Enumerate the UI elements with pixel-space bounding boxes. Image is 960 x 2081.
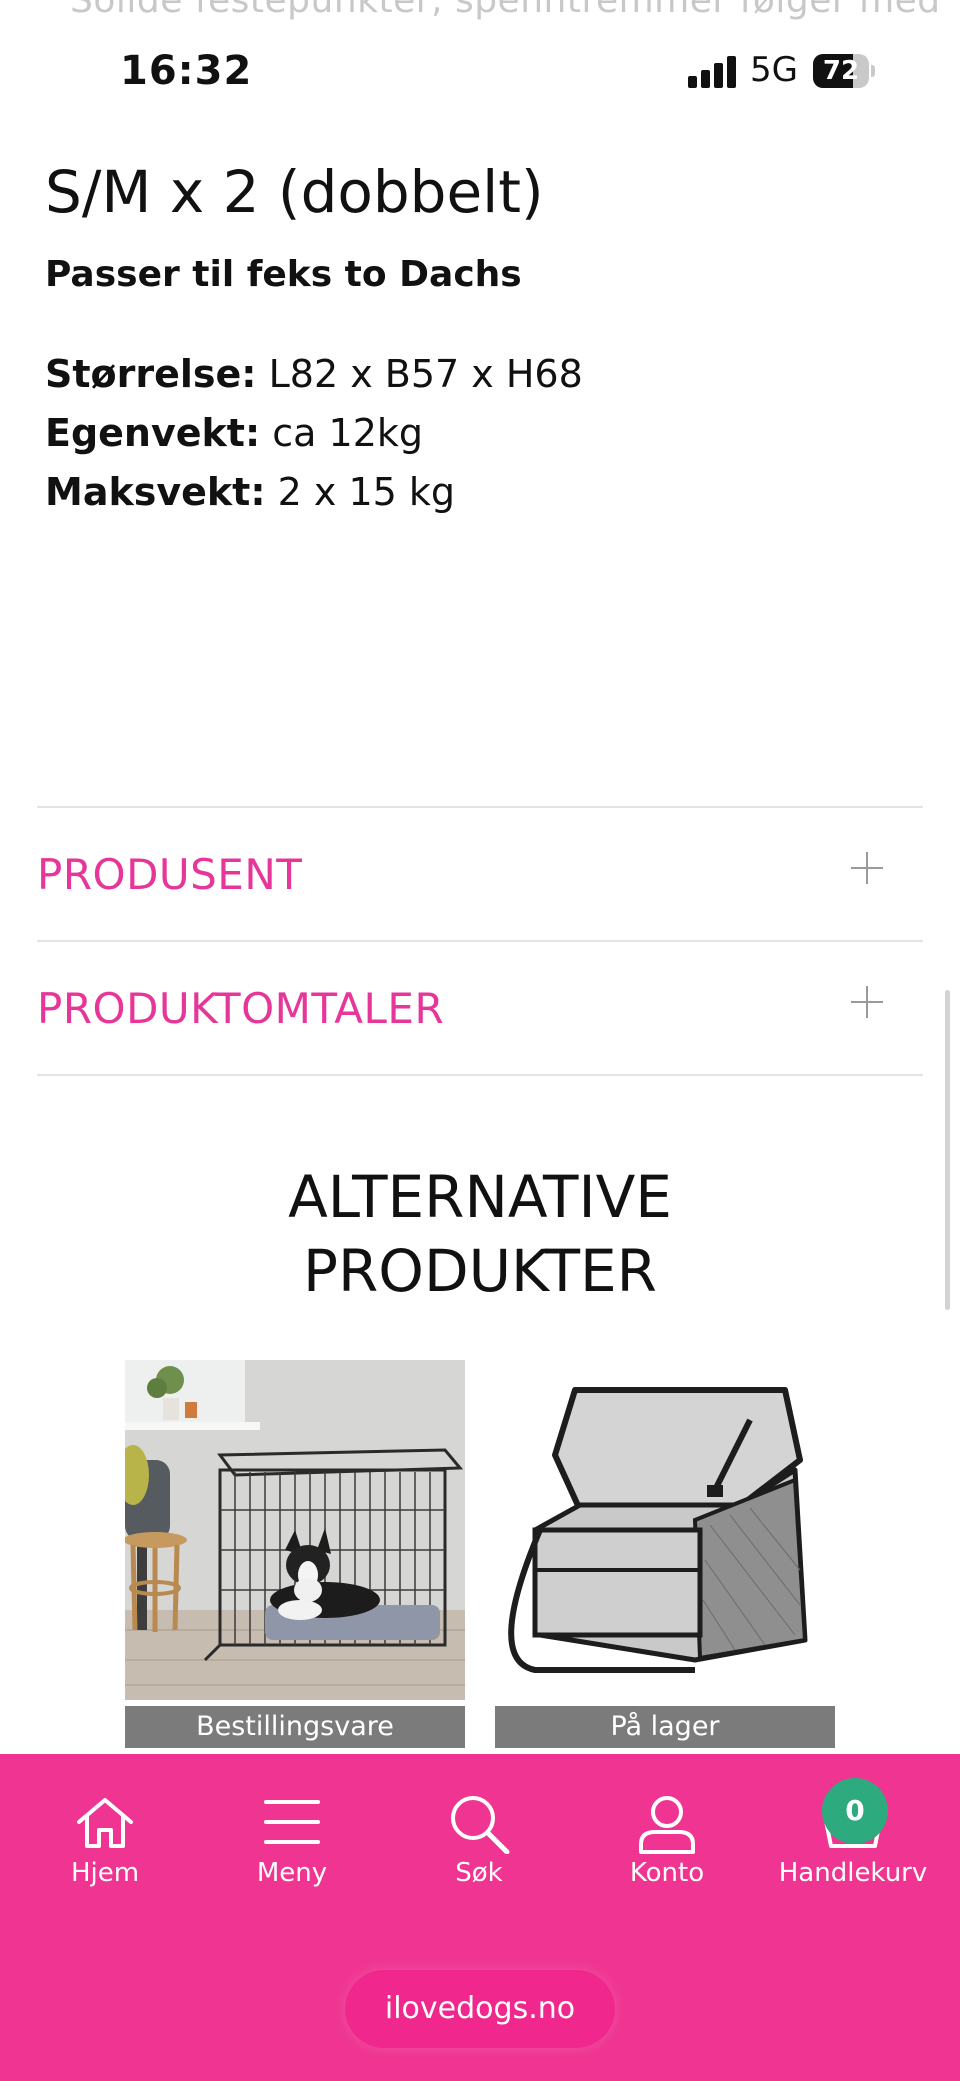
browser-url-bar[interactable]: ilovedogs.no [345,1970,615,2048]
network-type: 5G [750,50,798,90]
accordion-label: PRODUSENT [37,850,303,899]
accordion-produktomtaler[interactable]: PRODUKTOMTALER [37,942,923,1074]
nav-label: Konto [629,1858,705,1888]
spec-label: Egenvekt: [45,411,261,455]
availability-badge: På lager [495,1706,835,1748]
status-time: 16:32 [120,48,253,94]
battery-icon: 72 [813,54,875,88]
dog-car-seat-image[interactable] [495,1360,835,1700]
nav-label: Meny [256,1858,328,1888]
battery-level: 72 [822,56,860,86]
spec-value: 2 x 15 kg [277,470,456,514]
spec-value: L82 x B57 x H68 [268,352,583,396]
spec-weight: Egenvekt: ca 12kg [45,411,423,455]
nav-label: Søk [455,1858,503,1888]
spec-value: ca 12kg [272,411,424,455]
alternative-products-heading: ALTERNATIVE PRODUKTER [0,1160,960,1308]
spec-size: Størrelse: L82 x B57 x H68 [45,352,583,396]
nav-home[interactable]: Hjem [30,1794,180,1888]
menu-icon [264,1800,320,1844]
cellular-signal-icon [688,56,738,88]
variant-title: S/M x 2 (dobbelt) [45,158,544,226]
divider [37,1074,923,1076]
dog-crate-image[interactable] [125,1360,465,1700]
spec-max-weight: Maksvekt: 2 x 15 kg [45,470,455,514]
expand-plus-icon[interactable] [851,852,883,884]
home-icon [77,1798,133,1848]
accordion-label: PRODUKTOMTALER [37,984,445,1033]
nav-search[interactable]: Søk [404,1794,554,1888]
heading-line: PRODUKTER [303,1237,657,1305]
cart-count-badge[interactable]: 0 [822,1778,888,1844]
nav-label: Hjem [70,1858,140,1888]
spec-label: Maksvekt: [45,470,266,514]
heading-line: ALTERNATIVE [288,1163,672,1231]
expand-plus-icon[interactable] [851,986,883,1018]
status-bar: 16:32 5G 72 [0,0,960,130]
variant-subtitle: Passer til feks to Dachs [45,254,522,295]
search-icon [451,1796,510,1854]
account-icon [639,1796,695,1854]
accordion-produsent[interactable]: PRODUSENT [37,808,923,940]
nav-menu[interactable]: Meny [217,1794,367,1888]
availability-badge: Bestillingsvare [125,1706,465,1748]
nav-label: Handlekurv [778,1858,928,1888]
spec-label: Størrelse: [45,352,257,396]
nav-account[interactable]: Konto [592,1794,742,1888]
